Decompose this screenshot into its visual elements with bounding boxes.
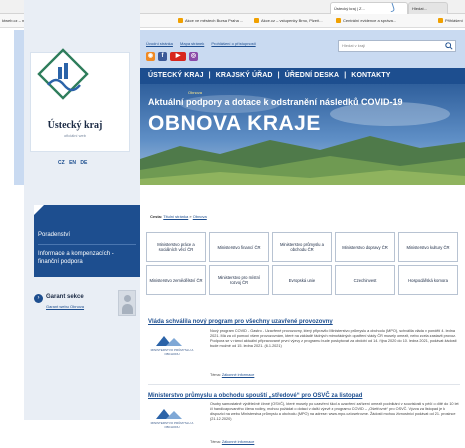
bookmark-icon [336,18,341,23]
nav-item-uredni-deska[interactable]: ÚŘEDNÍ DESKA [285,72,339,79]
breadcrumb-home[interactable]: Titulní stránka [163,214,188,219]
util-link-accessibility[interactable]: Prohlášení o přístupnosti [211,41,255,46]
util-link-sitemap[interactable]: Mapa stránek [180,41,204,46]
breadcrumb-current[interactable]: Obnova [193,214,207,219]
youtube-icon[interactable]: ▶ [170,52,186,61]
bookmark-item[interactable]: Akce.cz – vstupenky Brno, Plzeň... [254,14,323,27]
utility-links: Úvodní stránka Mapa stránek Prohlášení o… [146,41,262,46]
nav-separator: | [277,72,280,79]
rss-icon[interactable]: ◉ [146,52,155,61]
hero-heading: OBNOVA KRAJE [148,112,321,135]
hero-kicker: Obnova [188,90,203,95]
ministry-tile[interactable]: Ministerstvo zemědělství ČR [146,265,206,295]
instagram-icon[interactable]: ◎ [189,52,198,61]
bookmark-item[interactable]: Přihlášení [438,14,463,27]
article-tag-link[interactable]: Zákonné informace [222,373,255,377]
ministry-tile[interactable]: Hospodářská komora [398,265,458,295]
garant-link[interactable]: Garant webu Obnova [46,304,84,309]
bookmark-label: Akce.cz – vstupenky Brno, Plzeň... [261,18,323,23]
article-text: Nový program COVID - Gastro - Uzavřené p… [210,329,457,348]
language-switcher: CZ EN DE [58,160,90,166]
article-text: Osoby samostatně výdělečně činné (OSVČ),… [210,402,459,421]
divider [148,384,460,385]
article-tags: Téma: Zákonné informace [210,373,254,377]
ministry-tile[interactable]: Ministerstvo pro místní rozvoj ČR [209,265,269,295]
garant-arrow-icon: › [34,294,43,303]
article-title[interactable]: Vláda schválila nový program pro všechny… [148,319,333,325]
hero-title: Aktuální podpory a dotace k odstranění n… [148,97,403,107]
sidebar-divider [38,244,136,245]
ministry-tile[interactable]: Ministerstvo průmyslu a obchodu ČR [272,232,332,262]
article-tags-label: Téma: [210,440,221,444]
bookmark-label: Přihlášení [445,18,463,23]
breadcrumb-prefix: Cesta: [150,214,163,219]
browser-tab-ustecky-kraj[interactable]: Ústecký kraj | Z... ⟆ [330,2,408,14]
logo-subtitle: oficiální web [63,133,86,138]
ministry-tile[interactable]: Evropská unie [272,265,332,295]
breadcrumb: Cesta: Titulní stránka » Obnova [150,214,207,219]
sidebar-menu [34,205,140,277]
mpo-logo: MINISTERSTVO PRŮMYSLU A OBCHODU [148,405,196,433]
sidebar-notch [34,205,44,215]
breadcrumb-separator: » [189,214,192,219]
sidebar-item-informace[interactable]: Informace a kompenzacích - finanční podp… [38,250,136,266]
ustecky-kraj-logo-icon [37,48,89,100]
article-tags-label: Téma: [210,373,221,377]
logo-title: Ústecký kraj [47,120,103,131]
util-link-home[interactable]: Úvodní stránka [146,41,173,46]
search-input[interactable]: Hledat v kraji [338,40,456,52]
bookmark-icon [178,18,183,23]
article-tags: Téma: Zákonné informace [210,440,254,444]
article-tag-link[interactable]: Zákonné informace [222,440,255,444]
bookmark-item[interactable]: Akce ve městech Bursa Praha ... [178,14,243,27]
facebook-icon[interactable]: f [158,52,167,61]
ministry-tile[interactable]: Ministerstvo dopravy ČR [335,232,395,262]
mpo-logo: MINISTERSTVO PRŮMYSLU A OBCHODU [148,332,196,360]
ministry-tile[interactable]: Ministerstvo financí ČR [209,232,269,262]
garant-title: Garant sekce [46,294,84,300]
lang-cz[interactable]: CZ [58,160,65,166]
ministry-tile[interactable]: Ministerstvo práce a sociálních věcí ČR [146,232,206,262]
lang-en[interactable]: EN [69,160,76,166]
mpo-logo-text: MINISTERSTVO PRŮMYSLU A OBCHODU [150,421,194,429]
bookmark-label: Akce ve městech Bursa Praha ... [185,18,244,23]
bookmark-item[interactable]: Centrální evidence a správa... [336,14,396,27]
nav-item-kontakty[interactable]: KONTAKTY [351,72,390,79]
bookmark-label: Centrální evidence a správa... [343,18,397,23]
nav-item-krajsky-urad[interactable]: KRAJSKÝ ÚŘAD [216,72,273,79]
lang-de[interactable]: DE [80,160,87,166]
ministry-tile[interactable]: Czechinvest [335,265,395,295]
bookmark-icon [254,18,259,23]
main-nav: ÚSTECKÝ KRAJ | KRAJSKÝ ÚŘAD | ÚŘEDNÍ DESKA… [140,68,465,84]
mpo-logo-text: MINISTERSTVO PRŮMYSLU A OBCHODU [150,348,194,356]
nav-separator: | [208,72,211,79]
search-icon[interactable] [445,42,453,50]
firefox-swirl-icon: ⟆ [390,2,395,13]
browser-tab-search[interactable]: Hledat... [408,2,448,14]
tab-label: Ústecký kraj | Z... [334,6,365,11]
search-placeholder: Hledat v kraji [342,43,366,48]
sidebar-item-poradenstvi[interactable]: Poradenství [38,232,136,238]
avatar [118,290,136,316]
nav-separator: | [344,72,347,79]
nav-item-ustecky-kraj[interactable]: ÚSTECKÝ KRAJ [148,72,204,79]
bookmark-icon [438,18,443,23]
tab-label: Hledat... [412,6,427,11]
article-title[interactable]: Ministerstvo průmyslu a obchodu spouští … [148,393,362,399]
ministry-tile[interactable]: Ministerstvo kultury ČR [398,232,458,262]
